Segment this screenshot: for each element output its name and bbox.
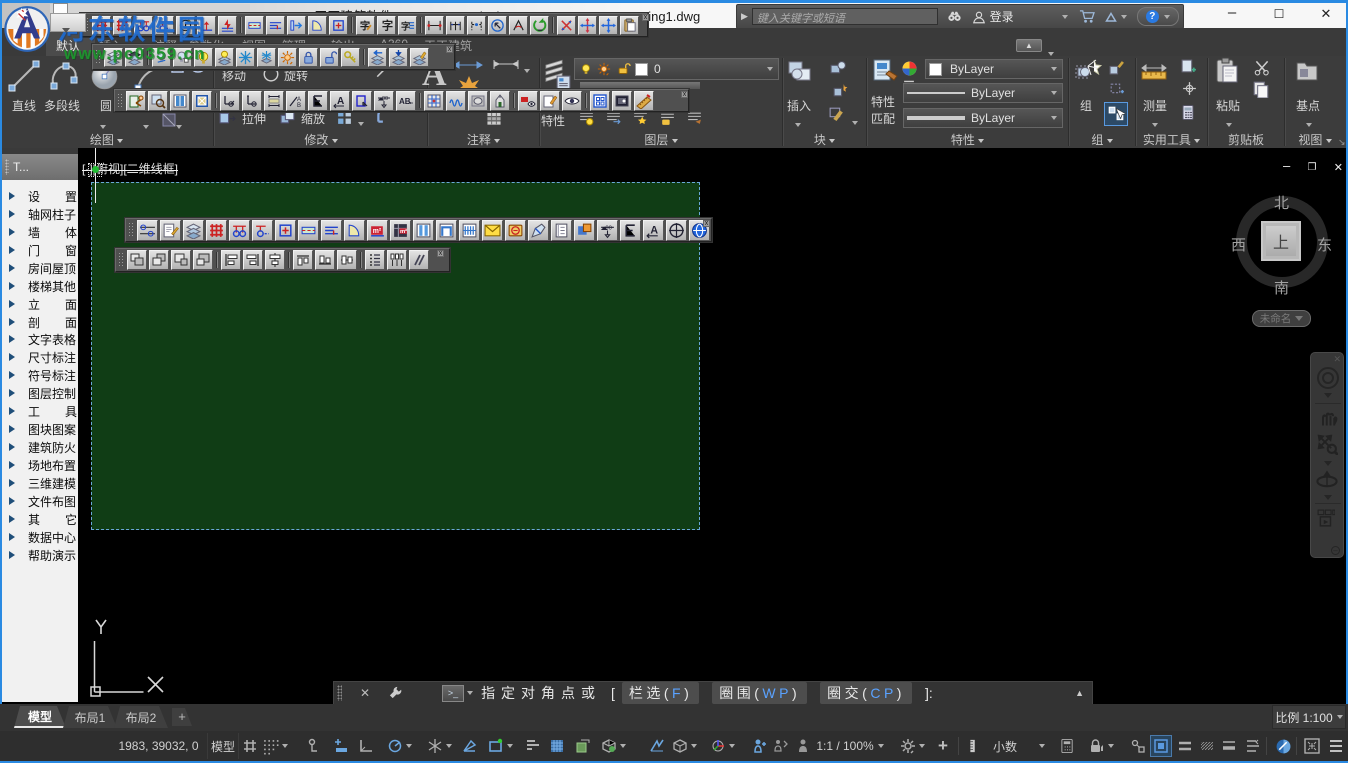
svg-text:AB: AB bbox=[399, 97, 411, 106]
svg-text:m²: m² bbox=[373, 228, 382, 235]
svg-text:00: 00 bbox=[605, 225, 612, 231]
svg-text:A: A bbox=[650, 224, 658, 236]
svg-text:A: A bbox=[337, 96, 344, 107]
svg-text:m²: m² bbox=[400, 228, 407, 235]
svg-text:B: B bbox=[297, 103, 301, 109]
svg-text:00: 00 bbox=[382, 96, 388, 102]
